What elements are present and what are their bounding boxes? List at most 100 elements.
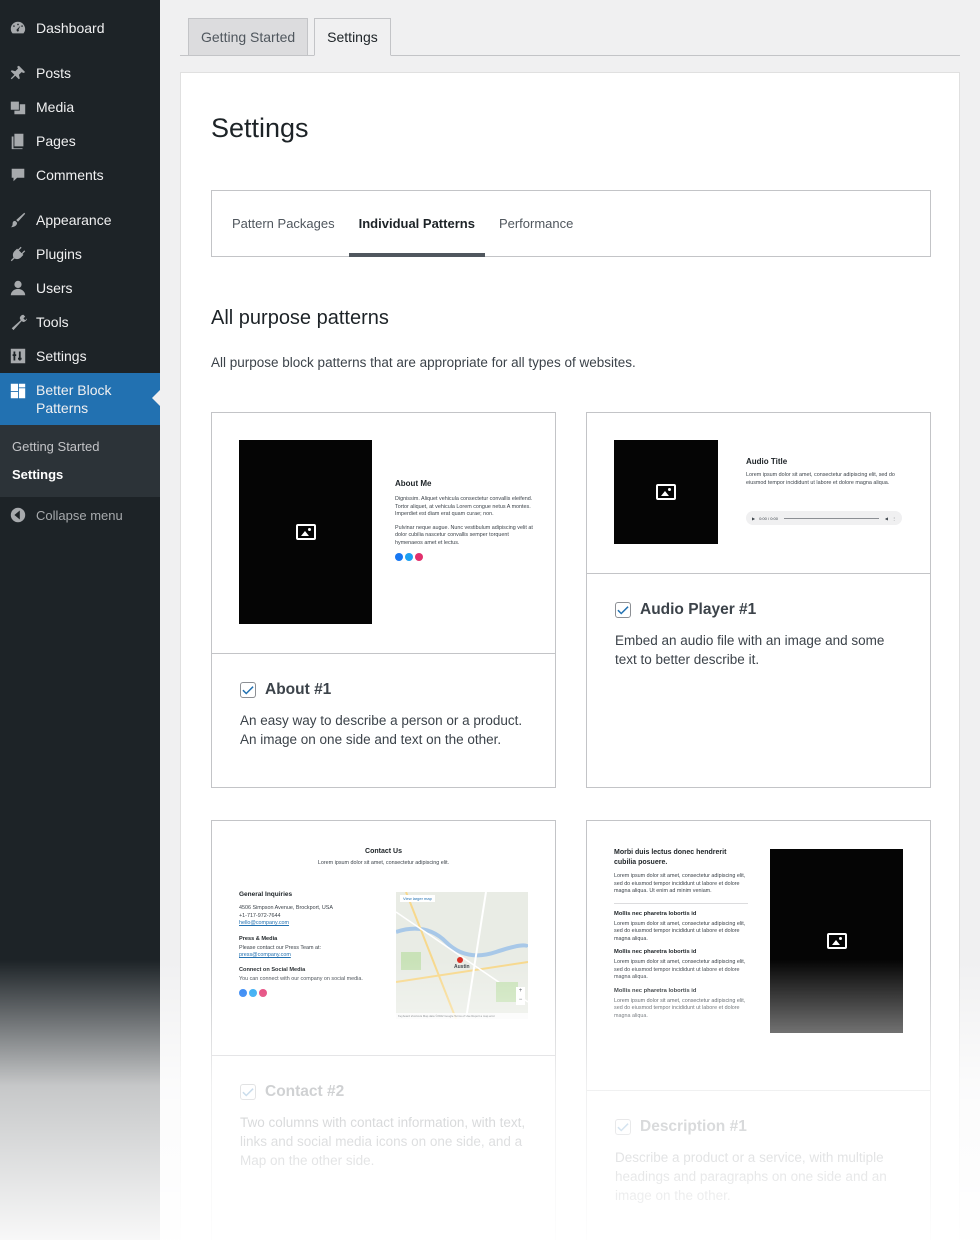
comment-icon [8, 165, 28, 185]
image-icon [826, 933, 847, 949]
pattern-preview: Morbi duis lectus donec hendrerit cubili… [587, 821, 930, 1091]
map-view-larger-button[interactable]: View larger map [400, 895, 435, 902]
sidebar-item-label: Better Block Patterns [36, 382, 112, 416]
collapse-label: Collapse menu [36, 507, 123, 523]
preview-map[interactable]: View larger map Austin + − Keyboard short… [396, 892, 528, 1019]
instagram-icon [259, 989, 267, 997]
map-city-label: Austin [454, 964, 470, 970]
sidebar-item-label: Comments [36, 167, 104, 183]
twitter-icon [405, 553, 413, 561]
sidebar-item-media[interactable]: Media [0, 90, 160, 124]
pattern-checkbox[interactable] [240, 682, 256, 698]
preview-subheading: Mollis nec pharetra lobortis id [614, 987, 697, 994]
wrench-icon [8, 312, 28, 332]
preview-heading: Morbi duis lectus donec hendrerit cubili… [614, 849, 727, 866]
preview-paragraph: Lorem ipsum dolor sit amet, consectetur … [614, 997, 746, 1019]
pattern-card-contact-2: Contact Us Lorem ipsum dolor sit amet, c… [211, 820, 556, 1240]
sidebar-item-settings[interactable]: Settings [0, 339, 160, 373]
sidebar-item-label: Posts [36, 65, 72, 81]
preview-image [614, 440, 718, 544]
social-icons [395, 553, 533, 561]
preview-text: About Me Dignissim. Aliquet vehicula con… [395, 479, 533, 561]
section-description: All purpose block patterns that are appr… [211, 355, 636, 370]
preview-paragraph: Dignissim. Aliquet vehicula consectetur … [395, 496, 533, 517]
preview-paragraph: Lorem ipsum dolor sit amet, consectetur … [614, 959, 746, 980]
settings-tabs: Pattern Packages Individual Patterns Per… [211, 190, 931, 257]
pattern-description: Embed an audio file with an image and so… [615, 633, 885, 667]
preview-paragraph: Lorem ipsum dolor sit amet, consectetur … [614, 920, 746, 942]
top-tabs: Getting Started Settings [188, 18, 397, 56]
tab-individual-patterns[interactable]: Individual Patterns [348, 191, 486, 257]
preview-phone: +1-717-972-7644 [239, 912, 281, 919]
preview-subheading: Mollis nec pharetra lobortis id [614, 910, 697, 917]
preview-subheading: Mollis nec pharetra lobortis id [614, 949, 697, 955]
audio-player[interactable]: ▶ 0:00 / 0:00 ◀ ⋮ [746, 511, 902, 525]
preview-press-heading: Press & Media [239, 935, 278, 942]
sidebar-item-comments[interactable]: Comments [0, 158, 160, 192]
preview-text: Morbi duis lectus donec hendrerit cubili… [614, 848, 748, 1020]
sidebar-item-label: Pages [36, 133, 76, 149]
checkmark-icon [242, 1088, 254, 1097]
sidebar-item-label: Tools [36, 314, 69, 330]
preview-general-heading: General Inquiries [239, 891, 293, 898]
pattern-preview: Contact Us Lorem ipsum dolor sit amet, c… [212, 821, 555, 1056]
sidebar-item-better-block-patterns[interactable]: Better Block Patterns [0, 373, 160, 425]
user-icon [8, 278, 28, 298]
volume-icon[interactable]: ◀ [885, 516, 888, 521]
social-icons [239, 989, 369, 997]
preview-subheading: Lorem ipsum dolor sit amet, consectetur … [317, 860, 450, 866]
pattern-checkbox[interactable] [615, 1119, 631, 1135]
plug-icon [8, 244, 28, 264]
pattern-preview: Audio Title Lorem ipsum dolor sit amet, … [587, 413, 930, 574]
pages-icon [8, 131, 28, 151]
play-icon[interactable]: ▶ [752, 516, 755, 521]
tab-pattern-packages[interactable]: Pattern Packages [222, 191, 345, 256]
image-icon [656, 484, 676, 500]
sidebar-item-label: Appearance [36, 212, 112, 228]
more-icon[interactable]: ⋮ [892, 516, 896, 521]
preview-image [239, 440, 372, 624]
tab-getting-started[interactable]: Getting Started [188, 18, 309, 56]
pattern-checkbox[interactable] [240, 1084, 256, 1100]
collapse-menu-button[interactable]: Collapse menu [0, 498, 160, 532]
sidebar-item-plugins[interactable]: Plugins [0, 237, 160, 271]
preview-header: Contact Us Lorem ipsum dolor sit amet, c… [212, 848, 555, 868]
preview-social-heading: Connect on Social Media [239, 966, 306, 973]
sidebar-item-users[interactable]: Users [0, 271, 160, 305]
audio-track[interactable] [783, 517, 879, 519]
checkmark-icon [617, 606, 629, 615]
preview-social-text: You can connect with our company on soci… [239, 975, 363, 982]
brush-icon [8, 210, 28, 230]
pattern-description: Describe a product or a service, with mu… [615, 1150, 887, 1203]
sliders-icon [8, 346, 28, 366]
submenu-getting-started[interactable]: Getting Started [0, 433, 160, 461]
preview-press-email-link[interactable]: press@company.com [239, 952, 369, 960]
sidebar-item-posts[interactable]: Posts [0, 56, 160, 90]
tab-settings[interactable]: Settings [314, 18, 391, 56]
pattern-title: Contact #2 [265, 1083, 345, 1100]
section-title: All purpose patterns [211, 307, 389, 329]
submenu-settings[interactable]: Settings [0, 461, 160, 489]
sidebar-item-appearance[interactable]: Appearance [0, 203, 160, 237]
map-graphic [396, 892, 528, 1019]
preview-address: 4506 Simpson Avenue, Brockport, USA [239, 905, 333, 911]
preview-contact-info: General Inquiries 4506 Simpson Avenue, B… [239, 891, 369, 997]
map-footer: Keyboard shortcuts Map data ©2022 Google… [396, 1013, 528, 1019]
sidebar-submenu: Getting Started Settings [0, 425, 160, 497]
sidebar-item-tools[interactable]: Tools [0, 305, 160, 339]
sidebar-item-label: Users [36, 280, 73, 296]
twitter-icon [249, 989, 257, 997]
sidebar-item-label: Dashboard [36, 20, 105, 36]
sidebar-item-label: Plugins [36, 246, 82, 262]
sidebar-item-dashboard[interactable]: Dashboard [0, 11, 160, 45]
preview-email-link[interactable]: hello@company.com [239, 920, 369, 928]
tab-performance[interactable]: Performance [489, 191, 583, 256]
admin-sidebar: Dashboard Posts Media Pages Comments App… [0, 0, 160, 1240]
pattern-card-audio-player-1: Audio Title Lorem ipsum dolor sit amet, … [586, 412, 931, 788]
sidebar-item-pages[interactable]: Pages [0, 124, 160, 158]
map-zoom-controls[interactable]: + − [516, 987, 525, 1005]
facebook-icon [395, 553, 403, 561]
pattern-checkbox[interactable] [615, 602, 631, 618]
preview-text: Audio Title Lorem ipsum dolor sit amet, … [746, 457, 902, 487]
preview-heading: About Me [395, 479, 432, 488]
